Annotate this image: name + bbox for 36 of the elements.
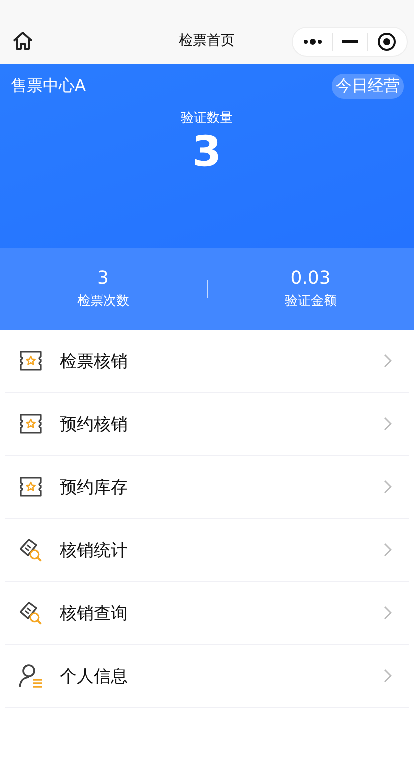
- stat-value: 0.03: [290, 268, 331, 289]
- chevron-icon: [384, 543, 392, 557]
- menu-item[interactable]: 检票核销: [5, 330, 409, 393]
- menu-item[interactable]: 预约库存: [5, 456, 409, 519]
- menu-label: 核销统计: [60, 540, 129, 562]
- ticket-icon: [18, 350, 44, 372]
- more-icon[interactable]: [303, 38, 324, 46]
- stat-label: 检票次数: [77, 293, 130, 310]
- page-title: 检票首页: [178, 32, 236, 50]
- menu-label: 核销查询: [60, 602, 129, 624]
- menu-label: 预约核销: [60, 414, 129, 436]
- ticket-search-icon: [18, 537, 44, 563]
- user-icon: [18, 663, 44, 689]
- home-icon[interactable]: [12, 31, 34, 51]
- menu-item[interactable]: 预约核销: [5, 393, 409, 456]
- menu-label: 检票核销: [60, 350, 129, 372]
- ticket-search-icon: [18, 600, 44, 626]
- menu-item[interactable]: 核销查询: [5, 582, 409, 645]
- menu-item[interactable]: 核销统计: [5, 519, 409, 582]
- minimize-icon[interactable]: [342, 40, 358, 44]
- venue-name: 售票中心A: [11, 76, 86, 97]
- menu-label: 个人信息: [60, 666, 129, 688]
- metric-label: 验证数量: [181, 110, 233, 127]
- stat-value: 3: [98, 268, 109, 289]
- chevron-icon: [384, 606, 392, 620]
- menu-item[interactable]: 个人信息: [5, 645, 409, 708]
- metric-value: 3: [192, 127, 222, 177]
- chevron-icon: [384, 354, 392, 368]
- chevron-icon: [384, 669, 392, 683]
- ticket-icon: [18, 413, 44, 435]
- chevron-icon: [384, 480, 392, 494]
- chevron-icon: [384, 417, 392, 431]
- close-icon[interactable]: [376, 32, 397, 52]
- ticket-icon: [18, 476, 44, 498]
- menu-label: 预约库存: [60, 476, 129, 498]
- stat-label: 验证金额: [284, 293, 337, 310]
